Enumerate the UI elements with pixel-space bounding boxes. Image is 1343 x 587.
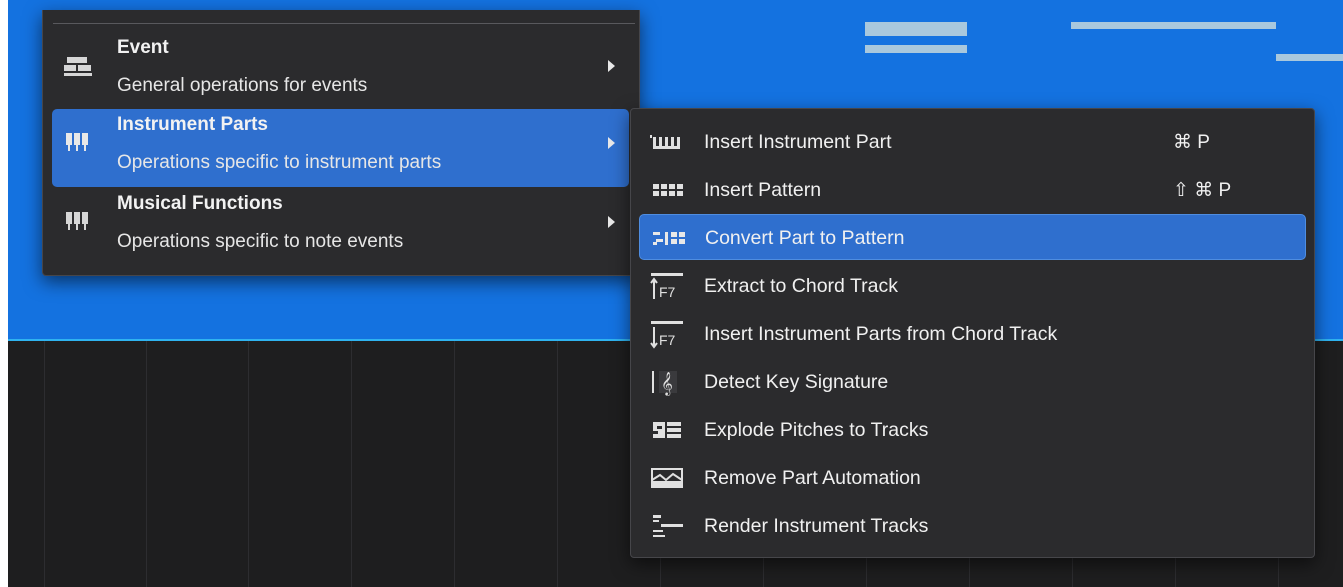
extract-chord-icon: F7 bbox=[650, 273, 683, 300]
menu-item-title: Musical Functions bbox=[117, 193, 283, 214]
note-event[interactable] bbox=[865, 45, 967, 53]
grid-line bbox=[146, 341, 147, 587]
menu-item-label: Insert Instrument Part bbox=[704, 131, 892, 153]
menu-item-label: Insert Pattern bbox=[704, 179, 822, 201]
note-event[interactable] bbox=[1071, 22, 1276, 29]
context-menu: Event General operations for events Inst… bbox=[42, 10, 640, 276]
grid-line bbox=[351, 341, 352, 587]
menu-item-convert-part-to-pattern[interactable]: Convert Part to Pattern bbox=[639, 214, 1306, 260]
piano-keys-icon bbox=[66, 133, 88, 151]
pattern-grid-icon bbox=[653, 184, 683, 196]
menu-item-description: General operations for events bbox=[117, 75, 368, 96]
menu-item-label: Detect Key Signature bbox=[704, 371, 889, 393]
instrument-parts-submenu: Insert Instrument Part ⌘ P Insert Patter… bbox=[630, 108, 1315, 558]
automation-icon bbox=[651, 468, 683, 488]
convert-pattern-icon bbox=[653, 232, 685, 245]
keyboard-shortcut: ⇧ ⌘ P bbox=[1173, 180, 1232, 201]
menu-item-detect-key-signature[interactable]: 𝄞 Detect Key Signature bbox=[639, 359, 1306, 405]
menu-item-musical-functions[interactable]: Musical Functions Operations specific to… bbox=[52, 188, 629, 266]
menu-item-instrument-parts[interactable]: Instrument Parts Operations specific to … bbox=[52, 109, 629, 187]
menu-item-insert-pattern[interactable]: Insert Pattern ⇧ ⌘ P bbox=[639, 167, 1306, 213]
menu-item-description: Operations specific to instrument parts bbox=[117, 152, 442, 173]
render-tracks-icon bbox=[653, 515, 683, 537]
note-event[interactable] bbox=[1276, 54, 1343, 61]
menu-item-label: Convert Part to Pattern bbox=[705, 227, 905, 249]
menu-item-extract-to-chord-track[interactable]: F7 Extract to Chord Track bbox=[639, 263, 1306, 309]
menu-item-explode-pitches[interactable]: Explode Pitches to Tracks bbox=[639, 407, 1306, 453]
instrument-part-icon bbox=[650, 135, 680, 149]
menu-separator bbox=[53, 23, 635, 24]
menu-item-label: Insert Instrument Parts from Chord Track bbox=[704, 323, 1058, 345]
chevron-right-icon bbox=[608, 216, 615, 228]
grid-line bbox=[557, 341, 558, 587]
menu-item-insert-parts-from-chord-track[interactable]: F7 Insert Instrument Parts from Chord Tr… bbox=[639, 311, 1306, 357]
grid-line bbox=[44, 341, 45, 587]
svg-text:F7: F7 bbox=[659, 284, 676, 300]
note-event[interactable] bbox=[865, 22, 967, 36]
menu-item-render-instrument-tracks[interactable]: Render Instrument Tracks bbox=[639, 503, 1306, 549]
menu-item-remove-part-automation[interactable]: Remove Part Automation bbox=[639, 455, 1306, 501]
menu-item-insert-instrument-part[interactable]: Insert Instrument Part ⌘ P bbox=[639, 119, 1306, 165]
svg-text:𝄞: 𝄞 bbox=[661, 371, 673, 396]
menu-item-label: Explode Pitches to Tracks bbox=[704, 419, 929, 441]
insert-chord-icon: F7 bbox=[650, 321, 683, 349]
chevron-right-icon bbox=[608, 60, 615, 72]
grid-line bbox=[248, 341, 249, 587]
menu-item-label: Remove Part Automation bbox=[704, 467, 921, 489]
menu-item-description: Operations specific to note events bbox=[117, 231, 404, 252]
menu-item-event[interactable]: Event General operations for events bbox=[52, 32, 629, 110]
treble-clef-icon: 𝄞 bbox=[652, 371, 677, 396]
menu-item-label: Render Instrument Tracks bbox=[704, 515, 929, 537]
event-blocks-icon bbox=[64, 57, 92, 76]
chevron-right-icon bbox=[608, 137, 615, 149]
menu-item-label: Extract to Chord Track bbox=[704, 275, 898, 297]
grid-line bbox=[454, 341, 455, 587]
keyboard-shortcut: ⌘ P bbox=[1173, 132, 1210, 153]
svg-text:F7: F7 bbox=[659, 332, 676, 348]
menu-item-title: Instrument Parts bbox=[117, 114, 268, 135]
explode-pitches-icon bbox=[653, 422, 681, 438]
menu-item-title: Event bbox=[117, 37, 169, 58]
piano-keys-icon bbox=[66, 212, 88, 230]
